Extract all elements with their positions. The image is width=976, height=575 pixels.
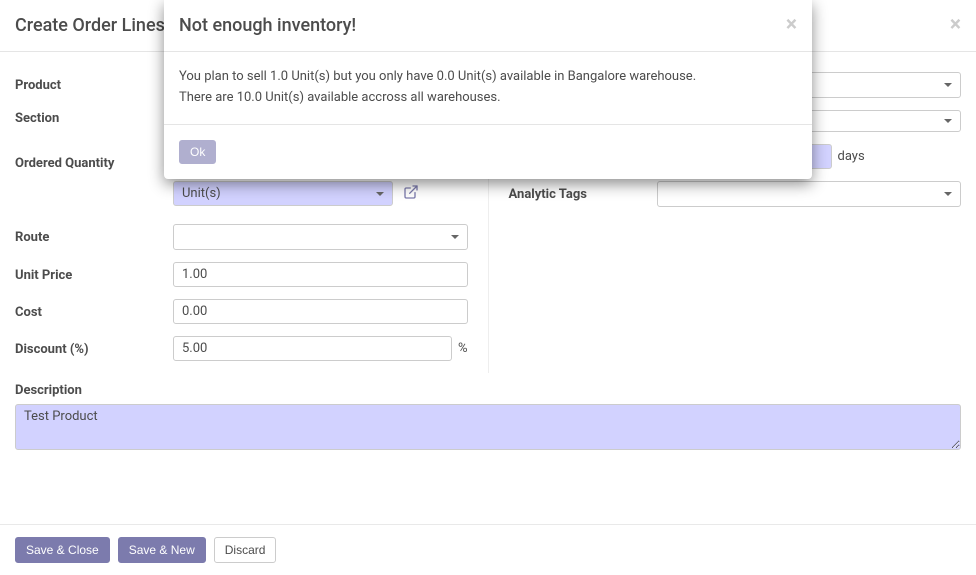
ordered-qty-label: Ordered Quantity	[15, 150, 173, 171]
analytic-tags-label: Analytic Tags	[509, 181, 657, 202]
cost-input[interactable]	[173, 299, 468, 324]
chevron-down-icon	[944, 192, 952, 196]
close-icon[interactable]: ×	[950, 15, 961, 36]
chevron-down-icon	[944, 119, 952, 123]
days-unit: days	[838, 149, 865, 164]
discount-label: Discount (%)	[15, 336, 173, 357]
chevron-down-icon	[451, 235, 459, 239]
discount-row: Discount (%) %	[15, 336, 468, 361]
section-label: Section	[15, 105, 173, 126]
unit-price-label: Unit Price	[15, 262, 173, 283]
chevron-down-icon	[376, 192, 384, 196]
chevron-down-icon	[944, 83, 952, 87]
unit-price-input[interactable]	[173, 262, 468, 287]
unit-price-row: Unit Price	[15, 262, 468, 287]
cost-row: Cost	[15, 299, 468, 324]
alert-title: Not enough inventory!	[179, 15, 356, 36]
description-block: Description	[15, 383, 961, 454]
description-label: Description	[15, 383, 961, 398]
route-row: Route	[15, 224, 468, 250]
analytic-tags-select[interactable]	[657, 181, 962, 207]
discard-button[interactable]: Discard	[214, 537, 277, 563]
discount-input[interactable]	[173, 336, 452, 361]
route-select[interactable]	[173, 224, 468, 250]
description-textarea[interactable]	[15, 404, 961, 450]
alert-line-2: There are 10.0 Unit(s) available accross…	[179, 88, 797, 109]
save-new-button[interactable]: Save & New	[118, 537, 206, 563]
product-label: Product	[15, 72, 173, 93]
uom-value: Unit(s)	[182, 186, 221, 201]
dialog-title: Create Order Lines	[15, 15, 165, 36]
alert-body: You plan to sell 1.0 Unit(s) but you onl…	[164, 52, 812, 125]
analytic-tags-row: Analytic Tags	[509, 181, 962, 207]
ok-button[interactable]: Ok	[179, 140, 216, 164]
alert-header: Not enough inventory! ×	[164, 0, 812, 52]
alert-line-1: You plan to sell 1.0 Unit(s) but you onl…	[179, 67, 797, 88]
inventory-alert-dialog: Not enough inventory! × You plan to sell…	[164, 0, 812, 179]
route-label: Route	[15, 224, 173, 245]
close-icon[interactable]: ×	[786, 15, 797, 36]
save-close-button[interactable]: Save & Close	[15, 537, 110, 563]
dialog-footer: Save & Close Save & New Discard	[0, 524, 976, 575]
cost-label: Cost	[15, 299, 173, 320]
uom-select[interactable]: Unit(s)	[173, 181, 393, 206]
alert-footer: Ok	[164, 125, 812, 179]
external-link-icon[interactable]	[403, 184, 419, 204]
percent-unit: %	[458, 341, 468, 356]
